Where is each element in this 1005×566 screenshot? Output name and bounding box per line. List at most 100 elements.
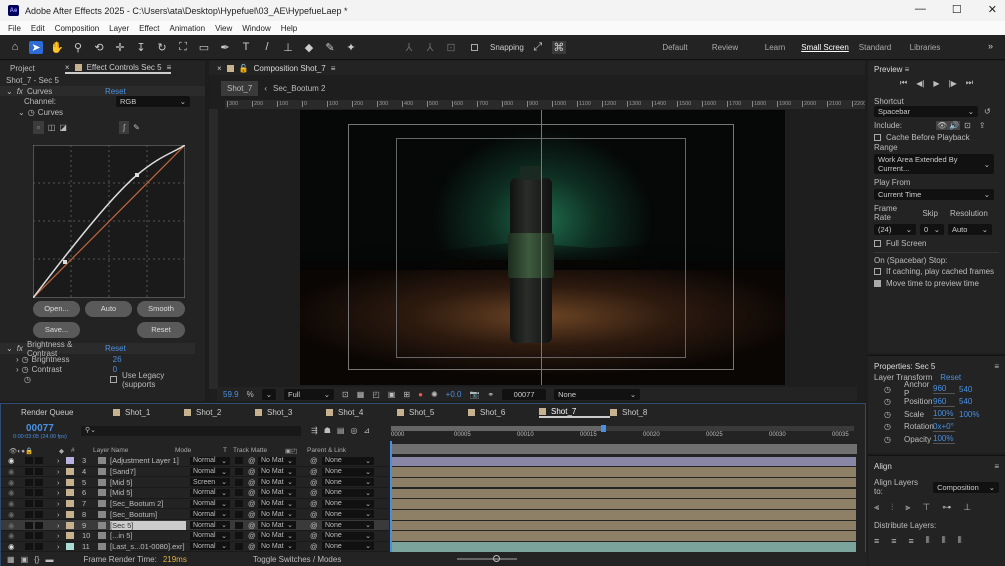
matte-pickwhip-icon[interactable]: @	[248, 478, 258, 487]
comp-timecode[interactable]: 00077	[502, 388, 547, 400]
label-color[interactable]	[66, 542, 74, 550]
stopwatch-icon[interactable]: ◷	[24, 375, 110, 384]
parent-dropdown[interactable]: None ⌄	[322, 542, 374, 551]
parent-pickwhip-icon[interactable]: @	[310, 499, 322, 508]
align-left-icon[interactable]: ⫷	[874, 502, 879, 513]
fx-icon[interactable]: fx	[17, 344, 23, 353]
track-matte-dropdown[interactable]: No Mat ⌄	[258, 499, 296, 508]
menu-composition[interactable]: Composition	[55, 24, 99, 33]
selection-tool-icon[interactable]: ➤	[29, 40, 43, 54]
property-value-1[interactable]: 960	[933, 397, 955, 407]
curves-reset-button[interactable]: Reset	[137, 322, 185, 338]
layer-row[interactable]: ◉ › 8 [Sec_Bootum] Normal ⌄ @ No Mat ⌄ @ None ⌄	[1, 510, 389, 521]
visibility-eye-icon[interactable]: ◉	[1, 478, 15, 487]
axis-world-icon[interactable]: ⅄	[423, 41, 437, 54]
curves-graph[interactable]	[33, 145, 185, 298]
parent-pickwhip-icon[interactable]: @	[310, 488, 322, 497]
track-matte-dropdown[interactable]: No Mat ⌄	[258, 478, 296, 487]
mode-dropdown[interactable]: Screen ⌄	[190, 478, 230, 487]
layer-name[interactable]: [Sec 5]	[110, 520, 186, 530]
lock-toggle[interactable]	[35, 532, 43, 540]
time-ruler[interactable]: 0000 00005 00010 00015 00020 00025 00030 00035	[391, 432, 861, 442]
expand-arrow-icon[interactable]: ›	[57, 521, 66, 530]
lock-toggle[interactable]	[35, 510, 43, 518]
parent-dropdown[interactable]: None ⌄	[322, 521, 374, 530]
layer-duration-bar[interactable]	[392, 477, 856, 488]
contrast-value[interactable]: 0	[113, 365, 117, 374]
header-layer-name[interactable]: Layer Name	[93, 447, 175, 454]
expand-arrow-icon[interactable]: ›	[57, 467, 66, 476]
curves-save-button[interactable]: Save...	[33, 322, 80, 338]
lock-toggle[interactable]	[35, 468, 43, 476]
menu-animation[interactable]: Animation	[169, 24, 205, 33]
stopwatch-icon[interactable]: ◷	[874, 410, 904, 419]
use-legacy-checkbox[interactable]	[110, 376, 117, 383]
expand-arrow-icon[interactable]: ›	[57, 531, 66, 540]
layer-name[interactable]: [Sec_Bootum 2]	[110, 499, 186, 508]
brush-tool-icon[interactable]: /	[260, 41, 274, 53]
roto-brush-icon[interactable]: ✎	[323, 41, 337, 54]
mode-dropdown[interactable]: Normal ⌄	[190, 467, 230, 476]
work-area-bar[interactable]	[391, 424, 861, 432]
property-value-1[interactable]: 100%	[933, 409, 955, 420]
layer-name[interactable]: [...in 5]	[110, 531, 186, 540]
layer-duration-bar[interactable]	[392, 531, 856, 541]
fx-icon[interactable]: fx	[17, 87, 23, 96]
label-color[interactable]	[66, 510, 74, 518]
more-workspaces-icon[interactable]: »	[988, 41, 993, 51]
toggle-switches-modes[interactable]: Toggle Switches / Modes	[253, 555, 342, 564]
parent-dropdown[interactable]: None ⌄	[322, 467, 374, 476]
timeline-tab-shot_8[interactable]: Shot_8	[610, 408, 681, 417]
distribute-hcenter-icon[interactable]: ⦀	[942, 535, 946, 546]
mode-dropdown[interactable]: Normal ⌄	[190, 521, 230, 530]
menu-help[interactable]: Help	[281, 24, 297, 33]
matte-pickwhip-icon[interactable]: @	[248, 488, 258, 497]
distribute-vcenter-icon[interactable]: ≡	[891, 536, 896, 546]
curves-auto-button[interactable]: Auto	[85, 301, 132, 317]
preserve-transparency-toggle[interactable]	[235, 542, 243, 550]
exposure-value[interactable]: +0.0	[446, 390, 462, 399]
hand-tool-icon[interactable]: ✋	[50, 41, 64, 54]
layer-search-input[interactable]: ⚲⌄	[81, 426, 301, 436]
play-from-dropdown[interactable]: Current Time ⌄	[874, 189, 994, 200]
pen-tool-icon[interactable]: ✒	[218, 41, 232, 54]
exposure-reset-icon[interactable]: ✺	[431, 390, 438, 399]
align-to-dropdown[interactable]: Composition ⌄	[933, 481, 999, 493]
track-matte-dropdown[interactable]: No Mat ⌄	[258, 510, 296, 519]
stopwatch-icon[interactable]: ◷	[874, 397, 904, 406]
full-screen-checkbox[interactable]	[874, 240, 881, 247]
layer-row[interactable]: ◉ › 7 [Sec_Bootum 2] Normal ⌄ @ No Mat ⌄ @ None ⌄	[1, 499, 389, 510]
menu-effect[interactable]: Effect	[139, 24, 159, 33]
include-audio-icon[interactable]: 🔊	[948, 121, 961, 130]
timeline-tab-shot_2[interactable]: Shot_2	[184, 408, 255, 417]
lock-toggle[interactable]	[35, 500, 43, 508]
layer-name[interactable]: [Mid 5]	[110, 488, 186, 497]
layer-duration-bar[interactable]	[392, 510, 856, 520]
track-matte-dropdown[interactable]: No Mat ⌄	[258, 521, 296, 530]
pan-tool-icon[interactable]: ✛	[113, 41, 127, 54]
snapping-checkbox[interactable]	[471, 43, 478, 51]
range-dropdown[interactable]: Work Area Extended By Current... ⌄	[874, 154, 994, 174]
comp-settings-icon[interactable]: ▦	[7, 555, 15, 564]
label-color[interactable]	[66, 532, 74, 540]
if-caching-checkbox[interactable]	[874, 267, 881, 275]
frame-rate-dropdown[interactable]: (24) ⌄	[874, 224, 916, 235]
mode-dropdown[interactable]: Normal ⌄	[190, 499, 230, 508]
breadcrumb-sec-bootum2[interactable]: Sec_Bootum 2	[273, 84, 325, 93]
stopwatch-icon[interactable]: ◷	[874, 435, 904, 444]
workspace-review[interactable]: Review	[700, 43, 750, 52]
workspace-small-screen[interactable]: Small Screen	[800, 43, 850, 52]
property-value-2[interactable]: 540	[959, 397, 979, 406]
axis-view-icon[interactable]: ⊡	[444, 41, 458, 54]
solo-toggle[interactable]	[25, 510, 33, 518]
first-frame-icon[interactable]: ⏮	[900, 78, 907, 88]
align-vcenter-icon[interactable]: ⊶	[942, 502, 951, 513]
layer-name[interactable]: [Last_s...01-0080].exr]	[110, 542, 186, 551]
property-value-2[interactable]: 100%	[959, 410, 979, 419]
resolution-dropdown[interactable]: Full ⌄	[284, 388, 334, 400]
collapse-icon[interactable]: ⌄	[6, 87, 13, 96]
channel-dropdown[interactable]: RGB ⌄	[116, 96, 190, 107]
layer-row[interactable]: ◉ › 4 [Sand7] Normal ⌄ @ No Mat ⌄ @ None ⌄	[1, 467, 389, 478]
track-matte-dropdown[interactable]: No Mat ⌄	[258, 456, 296, 465]
track-matte-dropdown[interactable]: No Mat ⌄	[258, 531, 296, 540]
